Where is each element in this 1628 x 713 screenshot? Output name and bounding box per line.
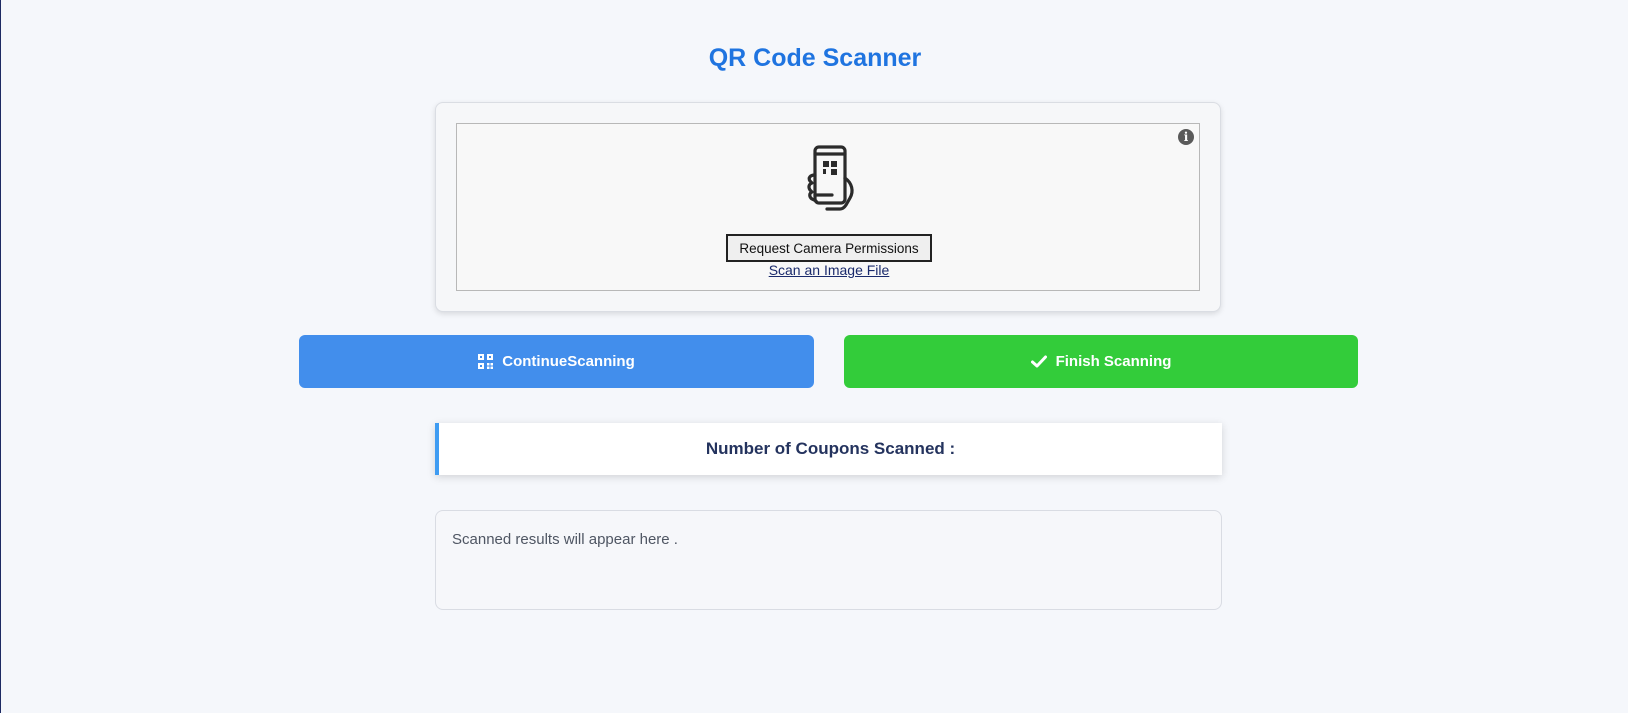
page-title: QR Code Scanner <box>708 44 922 72</box>
scan-results-box: Scanned results will appear here . <box>435 510 1222 610</box>
scanner-region: i Request Camera Permissions Scan an Ima… <box>456 123 1200 291</box>
coupons-count-label: Number of Coupons Scanned : <box>705 439 956 458</box>
scan-results-placeholder: Scanned results will appear here . <box>452 531 678 548</box>
finish-scanning-label: Finish Scanning <box>1055 353 1172 370</box>
check-icon <box>1030 355 1047 368</box>
info-icon[interactable]: i <box>1178 129 1194 145</box>
finish-scanning-button[interactable]: Finish Scanning <box>844 335 1358 388</box>
continue-scanning-button[interactable]: ContinueScanning <box>299 335 814 388</box>
continue-scanning-label: ContinueScanning <box>502 353 635 370</box>
scan-image-file-link[interactable]: Scan an Image File <box>457 262 1201 278</box>
coupons-count-card: Number of Coupons Scanned : <box>435 423 1222 475</box>
qrcode-icon <box>478 354 494 369</box>
request-camera-permissions-button[interactable]: Request Camera Permissions <box>726 234 932 262</box>
phone-qr-scan-icon <box>807 145 854 211</box>
scanner-card: i Request Camera Permissions Scan an Ima… <box>435 102 1221 312</box>
